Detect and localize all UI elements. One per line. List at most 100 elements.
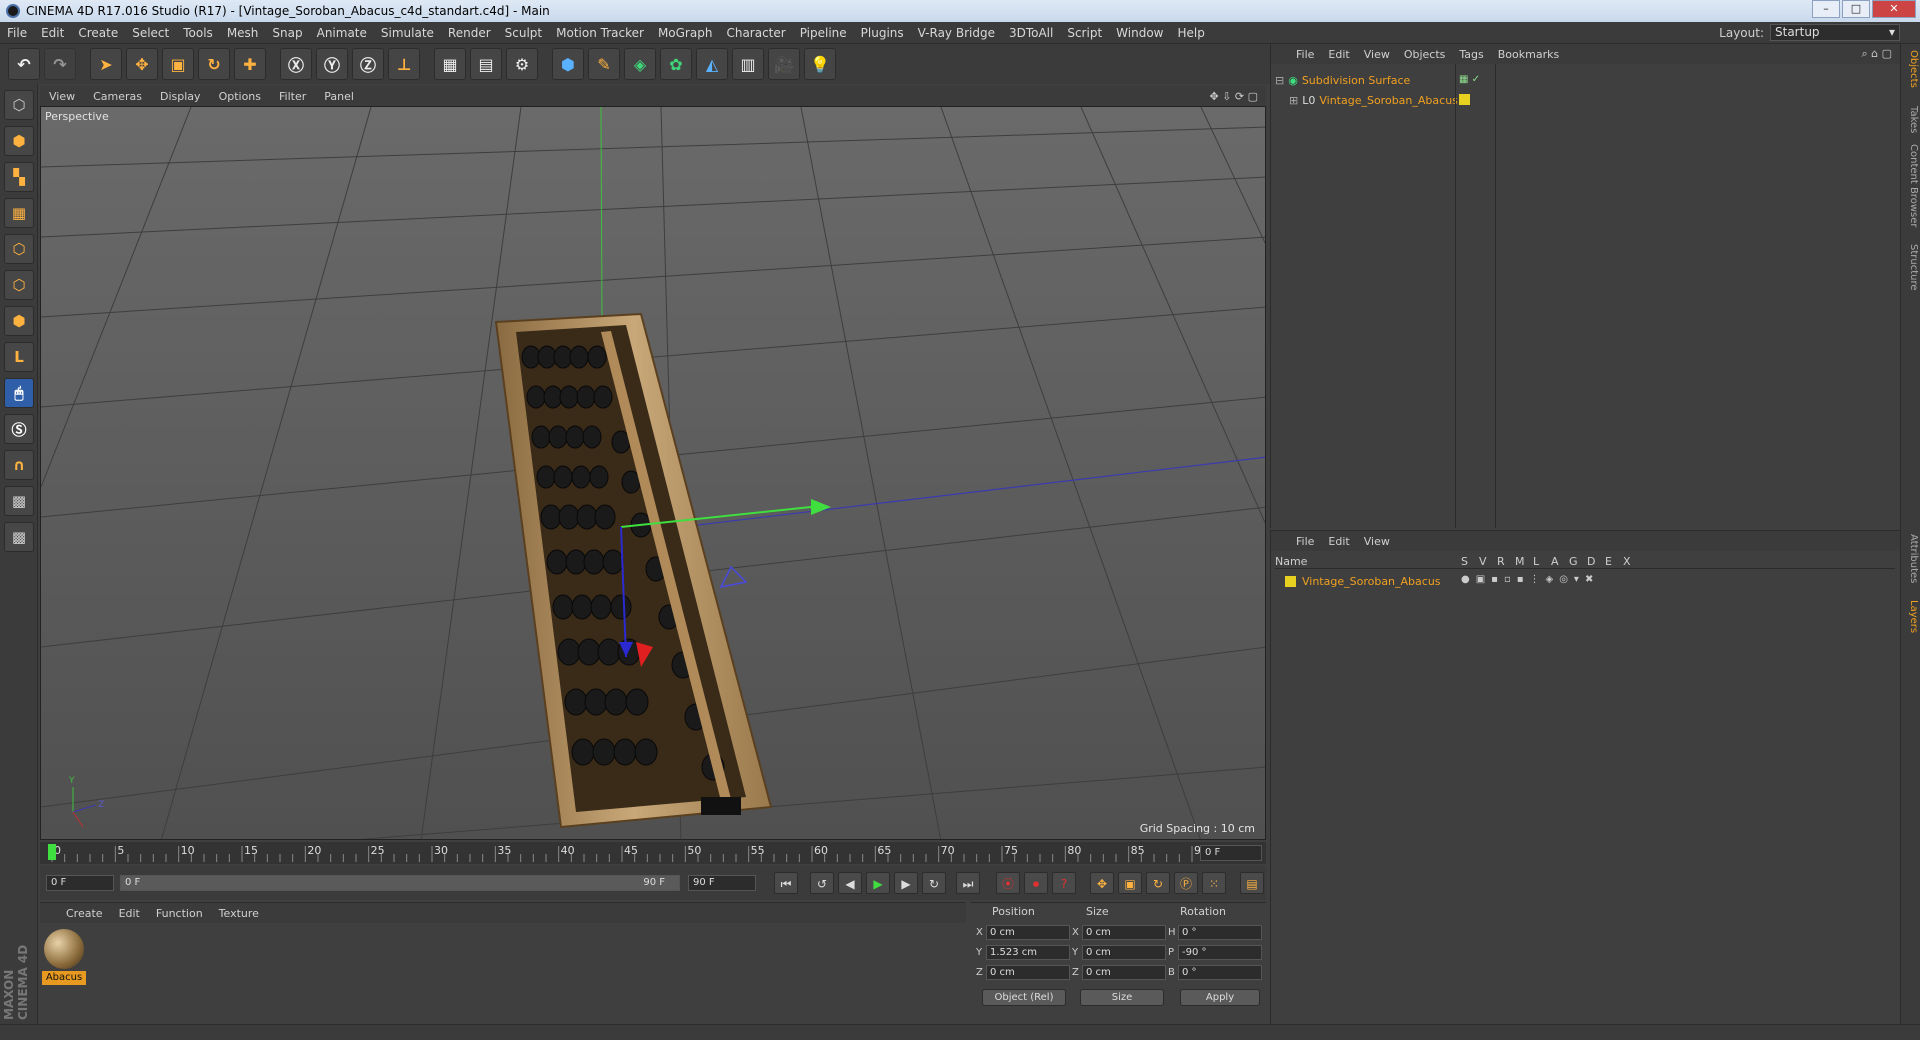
spline-pen-icon[interactable]: ✎ — [588, 48, 620, 80]
object-name-abacus[interactable]: Vintage_Soroban_Abacus — [1319, 94, 1458, 107]
menu-select[interactable]: Select — [125, 26, 176, 40]
rotate-tool-icon[interactable]: ↻ — [198, 48, 230, 80]
workplane-lock-icon[interactable]: ▩ — [4, 486, 34, 516]
add-object-icon[interactable]: ✚ — [234, 48, 266, 80]
viewport-menu-display[interactable]: Display — [151, 90, 210, 103]
edges-mode-icon[interactable]: ⬡ — [4, 270, 34, 300]
menu-edit[interactable]: Edit — [34, 26, 71, 40]
position-x-field[interactable]: 0 cm — [986, 925, 1070, 940]
object-menu-view[interactable]: View — [1357, 48, 1397, 61]
object-menu-file[interactable]: File — [1289, 48, 1321, 61]
start-frame-field[interactable]: 0 F — [46, 875, 114, 891]
object-row-subdivision[interactable]: ⊟ ◉ Subdivision Surface — [1275, 72, 1410, 88]
go-to-start-icon[interactable]: ⏮ — [774, 872, 798, 894]
material-menu-edit[interactable]: Edit — [111, 907, 148, 920]
object-name-subdivision[interactable]: Subdivision Surface — [1302, 74, 1410, 87]
layer-col-d[interactable]: D — [1587, 555, 1595, 568]
layer-menu-edit[interactable]: Edit — [1321, 535, 1356, 548]
expand-icon[interactable]: ⊟ — [1275, 74, 1284, 87]
menu-tools[interactable]: Tools — [176, 26, 220, 40]
search-icon[interactable]: ⌕ ⌂ ▢ — [1861, 47, 1892, 61]
expand-icon[interactable]: ⊞ — [1289, 94, 1298, 107]
go-to-end-icon[interactable]: ⏭ — [956, 872, 980, 894]
current-frame-field[interactable]: 0 F — [1200, 845, 1262, 861]
layer-row-abacus[interactable]: Vintage_Soroban_Abacus — [1285, 573, 1441, 589]
redo-icon[interactable]: ↷ — [44, 48, 76, 80]
object-menu-tags[interactable]: Tags — [1452, 48, 1490, 61]
layer-col-m[interactable]: M — [1515, 555, 1525, 568]
menu-sculpt[interactable]: Sculpt — [498, 26, 549, 40]
menu-simulate[interactable]: Simulate — [374, 26, 441, 40]
object-menu-bookmarks[interactable]: Bookmarks — [1491, 48, 1566, 61]
rotation-p-field[interactable]: -90 ° — [1178, 945, 1262, 960]
rotation-h-field[interactable]: 0 ° — [1178, 925, 1262, 940]
tab-content-browser[interactable]: Content Browser — [1903, 144, 1919, 227]
menu-character[interactable]: Character — [719, 26, 792, 40]
autokeying-icon[interactable]: ⏺ — [1024, 872, 1048, 894]
previous-key-icon[interactable]: ↺ — [810, 872, 834, 894]
object-menu-objects[interactable]: Objects — [1397, 48, 1453, 61]
tab-takes[interactable]: Takes — [1903, 106, 1919, 133]
menu-mesh[interactable]: Mesh — [220, 26, 266, 40]
minimize-button[interactable]: – — [1812, 0, 1840, 18]
material-thumbnail[interactable] — [44, 929, 84, 969]
play-forward-icon[interactable]: ▶ — [866, 872, 890, 894]
material-menu-texture[interactable]: Texture — [211, 907, 267, 920]
axis-mode-icon[interactable]: L — [4, 342, 34, 372]
layer-menu-view[interactable]: View — [1357, 535, 1397, 548]
previous-frame-icon[interactable]: ◀ — [838, 872, 862, 894]
z-axis-lock-icon[interactable]: Ⓩ — [352, 48, 384, 80]
workplane-mode-icon[interactable]: ▦ — [4, 198, 34, 228]
key-scale-icon[interactable]: ▣ — [1118, 872, 1142, 894]
menu-window[interactable]: Window — [1109, 26, 1170, 40]
material-menu-function[interactable]: Function — [148, 907, 211, 920]
camera-icon[interactable]: 🎥 — [768, 48, 800, 80]
layer-col-e[interactable]: E — [1605, 555, 1612, 568]
menu-snap[interactable]: Snap — [265, 26, 309, 40]
make-editable-icon[interactable]: ⬡ — [4, 90, 34, 120]
layer-col-g[interactable]: G — [1569, 555, 1578, 568]
deformer-icon[interactable]: ◭ — [696, 48, 728, 80]
y-axis-lock-icon[interactable]: Ⓨ — [316, 48, 348, 80]
viewport-menu-view[interactable]: View — [40, 90, 84, 103]
snap-magnet-icon[interactable]: ∩ — [4, 450, 34, 480]
layer-col-v[interactable]: V — [1479, 555, 1487, 568]
render-settings-icon[interactable]: ⚙ — [506, 48, 538, 80]
points-mode-icon[interactable]: ⬡ — [4, 234, 34, 264]
layer-col-a[interactable]: A — [1551, 555, 1559, 568]
close-button[interactable]: ✕ — [1872, 0, 1916, 18]
polygons-mode-icon[interactable]: ⬢ — [4, 306, 34, 336]
tab-attributes[interactable]: Attributes — [1903, 534, 1919, 583]
menu-render[interactable]: Render — [441, 26, 498, 40]
key-parameter-icon[interactable]: Ⓟ — [1174, 872, 1198, 894]
viewport-menu-panel[interactable]: Panel — [315, 90, 363, 103]
next-frame-icon[interactable]: ▶ — [894, 872, 918, 894]
visibility-check-icon[interactable]: ▦ ✓ — [1459, 74, 1480, 85]
render-picture-viewer-icon[interactable]: ▤ — [470, 48, 502, 80]
menu-pipeline[interactable]: Pipeline — [793, 26, 854, 40]
light-bulb-icon[interactable]: 💡 — [804, 48, 836, 80]
viewport-nav-icons[interactable]: ✥ ⇩ ⟳ ▢ — [1209, 90, 1258, 103]
tab-structure[interactable]: Structure — [1903, 244, 1919, 291]
tab-objects[interactable]: Objects — [1903, 50, 1919, 88]
size-y-field[interactable]: 0 cm — [1082, 945, 1166, 960]
timeline-window-icon[interactable]: ▤ — [1240, 872, 1264, 894]
key-position-icon[interactable]: ✥ — [1090, 872, 1114, 894]
layer-col-s[interactable]: S — [1461, 555, 1468, 568]
position-z-field[interactable]: 0 cm — [986, 965, 1070, 980]
rotation-b-field[interactable]: 0 ° — [1178, 965, 1262, 980]
object-menu-edit[interactable]: Edit — [1321, 48, 1356, 61]
menu-3dtoall[interactable]: 3DToAll — [1002, 26, 1060, 40]
size-mode-dropdown[interactable]: Size — [1080, 989, 1164, 1006]
workplane-snap-icon[interactable]: ▩ — [4, 522, 34, 552]
playhead[interactable] — [48, 844, 56, 860]
key-pla-icon[interactable]: ⁙ — [1202, 872, 1226, 894]
tweak-mode-icon[interactable]: 🖱 — [4, 378, 34, 408]
position-y-field[interactable]: 1.523 cm — [986, 945, 1070, 960]
menu-vray-bridge[interactable]: V-Ray Bridge — [911, 26, 1002, 40]
menu-animate[interactable]: Animate — [310, 26, 374, 40]
material-name[interactable]: Abacus — [42, 971, 86, 985]
material-menu-create[interactable]: Create — [58, 907, 111, 920]
tab-layers[interactable]: Layers — [1903, 600, 1919, 633]
menu-motion-tracker[interactable]: Motion Tracker — [549, 26, 651, 40]
